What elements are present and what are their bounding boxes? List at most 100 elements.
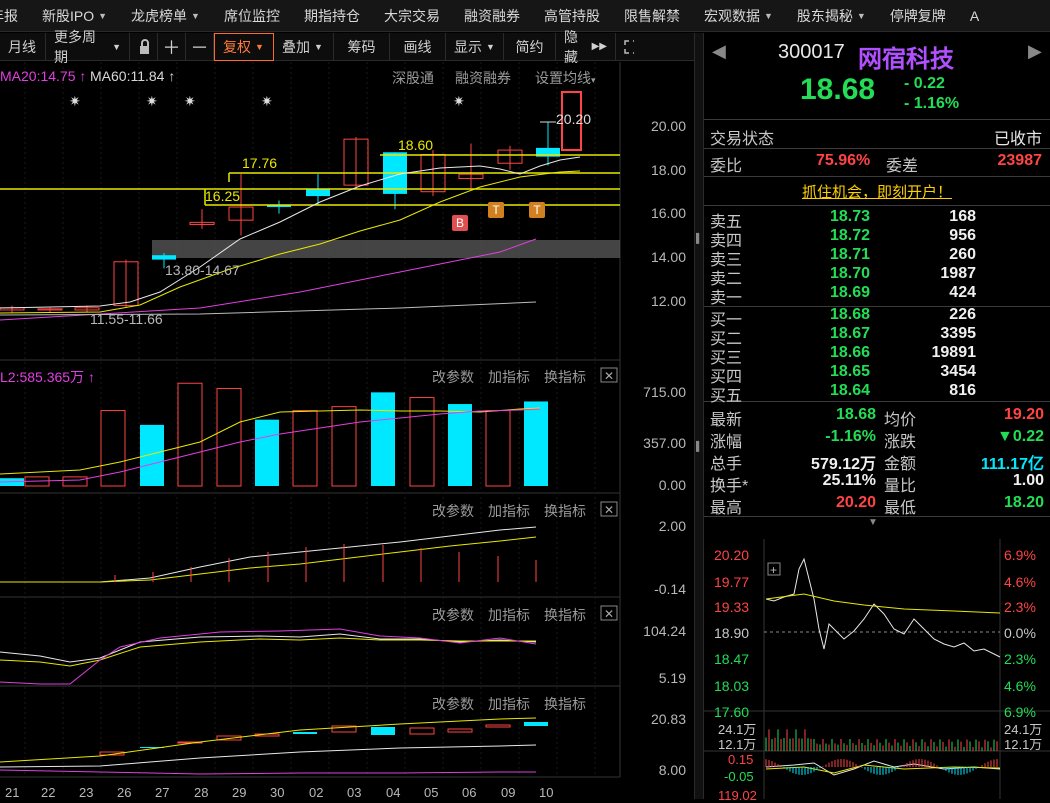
chips-button[interactable]: 筹码 xyxy=(334,32,390,61)
bid-level-row[interactable]: 买五 18.64 816 xyxy=(704,382,1050,405)
menu-item-label: 年报 xyxy=(0,7,18,24)
kline-chart-canvas: ✷ ✷ ✷ ✷ ✷ ✕ ✕ ✕ xyxy=(0,62,621,778)
vol-edit-params[interactable]: 改参数 xyxy=(432,367,474,387)
zoom-in-button[interactable]: ＋ xyxy=(158,32,186,61)
menu-item[interactable]: 停牌复牌 xyxy=(878,0,958,31)
mini-pct-tick: 2.3% xyxy=(1004,599,1036,615)
display-dropdown[interactable]: 显示 ▼ xyxy=(446,32,504,61)
ask-level-row[interactable]: 卖一 18.69 424 xyxy=(704,284,1050,307)
p5-line xyxy=(0,717,537,763)
p5-switch-indicator[interactable]: 换指标 xyxy=(544,694,586,714)
chevron-down-icon: ▼ xyxy=(112,41,121,52)
expand-arrow-icon[interactable]: ▼ xyxy=(868,517,878,528)
ask-level-row[interactable]: 卖二 18.70 1987 xyxy=(704,265,1050,288)
open-account-promo[interactable]: 抓住机会，即刻开户！ xyxy=(704,181,1050,201)
simple-button[interactable]: 简约 xyxy=(504,32,556,61)
news-star-icon: ✷ xyxy=(69,93,81,109)
zoom-out-button[interactable]: － xyxy=(186,32,214,61)
kdj-add-indicator[interactable]: 加指标 xyxy=(488,605,530,625)
fuquan-dropdown[interactable]: 复权 ▼ xyxy=(214,32,274,61)
promo-link[interactable]: 抓住机会，即刻开户！ xyxy=(802,184,952,201)
prev-stock-arrow-icon[interactable]: ◀ xyxy=(712,41,726,62)
level-label: 卖一 xyxy=(710,290,743,307)
candle-body xyxy=(306,189,330,197)
close-panel-icon: ✕ xyxy=(604,607,614,621)
menu-item[interactable]: 宏观数据 ▼ xyxy=(692,0,785,31)
stat-label: 总手 xyxy=(710,456,743,473)
period-monthly-button[interactable]: 月线 xyxy=(0,32,46,61)
vol-switch-indicator[interactable]: 换指标 xyxy=(544,367,586,387)
bid-level-row[interactable]: 买四 18.65 3454 xyxy=(704,363,1050,386)
level-price: 18.70 xyxy=(830,265,871,282)
draw-line-button[interactable]: 画线 xyxy=(390,32,446,61)
volume-bar xyxy=(216,387,242,487)
t-signal-badge[interactable]: T xyxy=(529,202,545,218)
panel-splitter[interactable]: ▌ ▌ xyxy=(694,33,704,799)
mini-vol-tick: 12.1万 xyxy=(1004,737,1043,752)
p5-axis-tick: 8.00 xyxy=(658,762,686,778)
kline-chart-area[interactable]: ✷ ✷ ✷ ✷ ✷ ✕ ✕ ✕ MA20:14.75 ↑ MA60:11.84 ↑ 深股通 融… xyxy=(0,62,694,800)
link-shengutong[interactable]: 深股通 xyxy=(392,68,434,88)
date-tick: 23 xyxy=(79,785,94,800)
menu-item[interactable]: A xyxy=(958,0,991,31)
trade-status-label: 交易状态 xyxy=(710,131,775,148)
menu-item[interactable]: 融资融券 xyxy=(452,0,532,31)
menu-item[interactable]: 期指持仓 xyxy=(292,0,372,31)
more-period-dropdown[interactable]: 更多周期 ▼ xyxy=(46,29,130,65)
menu-item[interactable]: 股东揭秘 ▼ xyxy=(785,0,878,31)
price-summary: 18.68 - 0.22 - 1.16% xyxy=(704,73,1050,113)
menu-item[interactable]: 龙虎榜单 ▼ xyxy=(119,0,212,31)
chevron-down-icon: ▼ xyxy=(98,10,108,21)
volume-bar xyxy=(331,406,357,487)
menu-item[interactable]: 年报 xyxy=(0,0,30,31)
menu-item[interactable]: 限售解禁 xyxy=(612,0,692,31)
macd-switch-indicator[interactable]: 换指标 xyxy=(544,501,586,521)
ask-level-row[interactable]: 卖四 18.72 956 xyxy=(704,227,1050,250)
kdj-edit-params[interactable]: 改参数 xyxy=(432,605,474,625)
intraday-avg-line xyxy=(765,593,1001,614)
menu-item[interactable]: 席位监控 xyxy=(212,0,292,31)
macd-edit-params[interactable]: 改参数 xyxy=(432,501,474,521)
p5-candle xyxy=(371,727,395,735)
stats-row: 涨幅 -1.16% 涨跌 ▼0.22 xyxy=(704,428,1050,451)
collapse-arrow-icon: ▌ xyxy=(696,441,703,451)
bid-level-row[interactable]: 买二 18.67 3395 xyxy=(704,325,1050,348)
link-margin-trading[interactable]: 融资融券 xyxy=(455,68,511,88)
next-stock-arrow-icon[interactable]: ▶ xyxy=(1028,41,1042,62)
overlay-dropdown[interactable]: 叠加 ▼ xyxy=(274,32,334,61)
chevron-down-icon: ▼ xyxy=(856,10,866,21)
buy-signal-badge[interactable]: B xyxy=(452,215,468,231)
kdj-switch-indicator[interactable]: 换指标 xyxy=(544,605,586,625)
level-price: 18.69 xyxy=(830,284,871,301)
price-band xyxy=(152,240,620,258)
volume-bar xyxy=(448,404,472,486)
stat-value: 20.20 xyxy=(835,494,876,511)
weibi-value: 75.96% xyxy=(816,152,871,169)
fullscreen-button[interactable] xyxy=(616,33,642,61)
p5-candle xyxy=(293,732,317,734)
price-axis-tick: 20.00 xyxy=(650,118,686,134)
support-line-label: 18.60 xyxy=(398,137,434,153)
lock-button[interactable] xyxy=(130,32,158,61)
bid-level-row[interactable]: 买一 18.68 226 xyxy=(704,306,1050,329)
hide-button[interactable]: 隐藏 ▶▶ xyxy=(556,29,616,65)
price-axis-tick: 16.00 xyxy=(650,205,686,221)
menu-item[interactable]: 大宗交易 xyxy=(372,0,452,31)
vol-add-indicator[interactable]: 加指标 xyxy=(488,367,530,387)
macd-add-indicator[interactable]: 加指标 xyxy=(488,501,530,521)
mini-price-tick: 18.90 xyxy=(714,625,750,641)
p5-edit-params[interactable]: 改参数 xyxy=(432,694,474,714)
intraday-mini-chart[interactable]: + xyxy=(704,539,1050,799)
ask-level-row[interactable]: 卖五 18.73 168 xyxy=(704,208,1050,231)
macd-axis-tick: -0.14 xyxy=(654,581,686,597)
p5-add-indicator[interactable]: 加指标 xyxy=(488,694,530,714)
t-signal-badge[interactable]: T xyxy=(488,202,504,218)
quote-panel: ◀ 300017 网宿科技 ▶ 18.68 - 0.22 - 1.16% 交易状… xyxy=(704,33,1050,803)
menu-item-label: A xyxy=(969,7,980,24)
display-label: 显示 xyxy=(454,38,482,55)
ma20-label: MA20:14.75 ↑ xyxy=(0,68,87,84)
link-set-ma[interactable]: 设置均线▾ xyxy=(535,68,596,88)
bid-level-row[interactable]: 买三 18.66 19891 xyxy=(704,344,1050,367)
stats-row: 换手* 25.11% 量比 1.00 xyxy=(704,472,1050,495)
ask-level-row[interactable]: 卖三 18.71 260 xyxy=(704,246,1050,269)
